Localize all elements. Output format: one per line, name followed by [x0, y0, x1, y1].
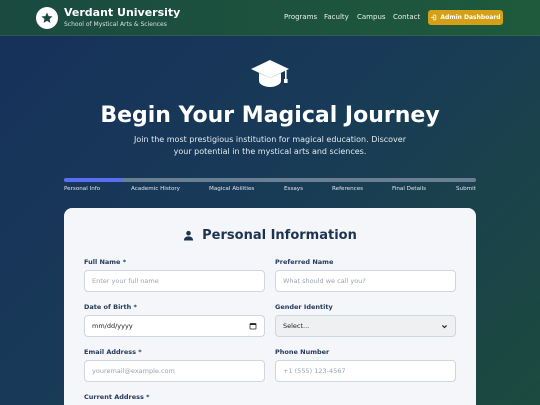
preferred-name-input[interactable]: [275, 270, 456, 292]
step-magical-abilities[interactable]: Magical Abilities: [209, 186, 254, 192]
step-submit[interactable]: Submit: [456, 186, 476, 192]
brand-title: Verdant University: [64, 6, 181, 19]
hero-title: Begin Your Magical Journey: [100, 103, 440, 128]
nav-link-programs[interactable]: Programs: [284, 13, 317, 21]
progress-fill: [64, 178, 123, 182]
gender-identity-label: Gender Identity: [275, 303, 333, 311]
date-of-birth-input[interactable]: mm/dd/yyyy: [84, 315, 265, 337]
star-icon: [41, 12, 53, 23]
step-essays[interactable]: Essays: [284, 186, 303, 192]
section-title: Personal Information: [202, 228, 357, 243]
top-navigation-bar: Verdant University School of Mystical Ar…: [0, 0, 540, 36]
email-address-input[interactable]: [84, 360, 265, 382]
nav-link-campus[interactable]: Campus: [357, 13, 386, 21]
nav-link-contact[interactable]: Contact: [393, 13, 420, 21]
phone-number-label: Phone Number: [275, 348, 330, 356]
calendar-icon[interactable]: [249, 322, 257, 330]
date-of-birth-value: mm/dd/yyyy: [92, 322, 133, 330]
sign-in-icon: [431, 14, 437, 21]
application-form-card: Personal Information Full Name * Preferr…: [64, 208, 476, 405]
email-address-label: Email Address *: [84, 348, 142, 356]
admin-dashboard-button[interactable]: Admin Dashboard: [428, 10, 503, 25]
section-header: Personal Information: [64, 228, 476, 243]
step-personal-info[interactable]: Personal Info: [64, 186, 100, 192]
university-logo[interactable]: [36, 7, 58, 29]
hero-subtitle: Join the most prestigious institution fo…: [134, 135, 406, 156]
application-progress-bar: [64, 178, 476, 182]
admin-dashboard-label: Admin Dashboard: [440, 14, 501, 21]
graduation-cap-icon: [251, 60, 289, 87]
gender-identity-value: Select...: [283, 322, 310, 330]
full-name-label: Full Name *: [84, 258, 127, 266]
gender-identity-select[interactable]: Select...: [275, 315, 456, 337]
phone-number-input[interactable]: [275, 360, 456, 382]
date-of-birth-label: Date of Birth *: [84, 303, 137, 311]
brand-subtitle: School of Mystical Arts & Sciences: [64, 21, 167, 28]
step-final-details[interactable]: Final Details: [392, 186, 426, 192]
current-address-label: Current Address *: [84, 393, 150, 401]
user-icon: [184, 230, 194, 241]
step-references[interactable]: References: [332, 186, 363, 192]
chevron-down-icon: [442, 324, 447, 328]
step-academic-history[interactable]: Academic History: [131, 186, 180, 192]
full-name-input[interactable]: [84, 270, 265, 292]
nav-link-faculty[interactable]: Faculty: [324, 13, 349, 21]
preferred-name-label: Preferred Name: [275, 258, 334, 266]
